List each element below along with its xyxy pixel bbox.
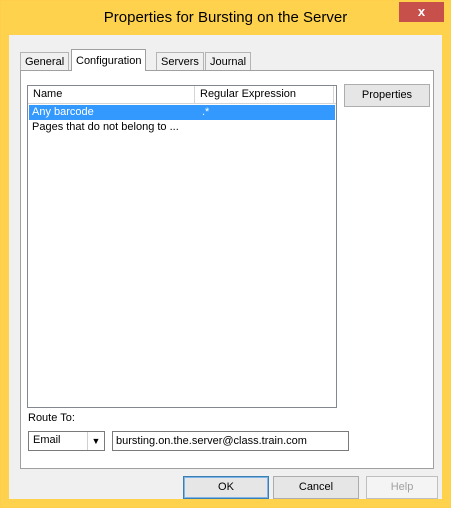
- close-icon: x: [417, 4, 426, 19]
- column-header-regex[interactable]: Regular Expression: [195, 86, 334, 103]
- list-item[interactable]: Pages that do not belong to ...: [29, 120, 335, 135]
- ok-button[interactable]: OK: [183, 476, 269, 499]
- list-item[interactable]: Any barcode .*: [29, 105, 335, 120]
- tab-configuration[interactable]: Configuration: [71, 49, 147, 71]
- route-method-value: Email: [33, 434, 61, 446]
- route-method-select[interactable]: Email ▼: [28, 431, 105, 451]
- configuration-list[interactable]: Name Regular Expression Any barcode .* P…: [27, 85, 337, 408]
- cancel-button[interactable]: Cancel: [273, 476, 359, 499]
- tab-general[interactable]: General: [20, 52, 70, 70]
- help-button[interactable]: Help: [366, 476, 438, 499]
- route-to-label: Route To:: [28, 412, 75, 424]
- dialog-body: General Configuration Servers Journal Na…: [9, 35, 442, 499]
- route-address-input[interactable]: [112, 431, 349, 451]
- column-header-name[interactable]: Name: [28, 86, 195, 103]
- tab-label: Configuration: [76, 55, 142, 67]
- title-bar[interactable]: Properties for Bursting on the Server x: [1, 1, 450, 35]
- tab-servers[interactable]: Servers: [156, 52, 204, 70]
- tab-label: Servers: [161, 56, 199, 68]
- item-name: Any barcode: [32, 106, 94, 118]
- dialog-window: Properties for Bursting on the Server x …: [0, 0, 451, 508]
- properties-button[interactable]: Properties: [344, 84, 430, 107]
- tab-label: General: [25, 56, 65, 68]
- tab-journal[interactable]: Journal: [205, 52, 252, 70]
- list-header: Name Regular Expression: [28, 86, 336, 104]
- close-button[interactable]: x: [399, 2, 444, 22]
- chevron-down-icon[interactable]: ▼: [87, 432, 104, 450]
- tab-label: Journal: [210, 56, 247, 68]
- window-title: Properties for Bursting on the Server: [103, 9, 348, 26]
- item-regex: .*: [202, 106, 210, 118]
- item-name: Pages that do not belong to ...: [32, 121, 179, 133]
